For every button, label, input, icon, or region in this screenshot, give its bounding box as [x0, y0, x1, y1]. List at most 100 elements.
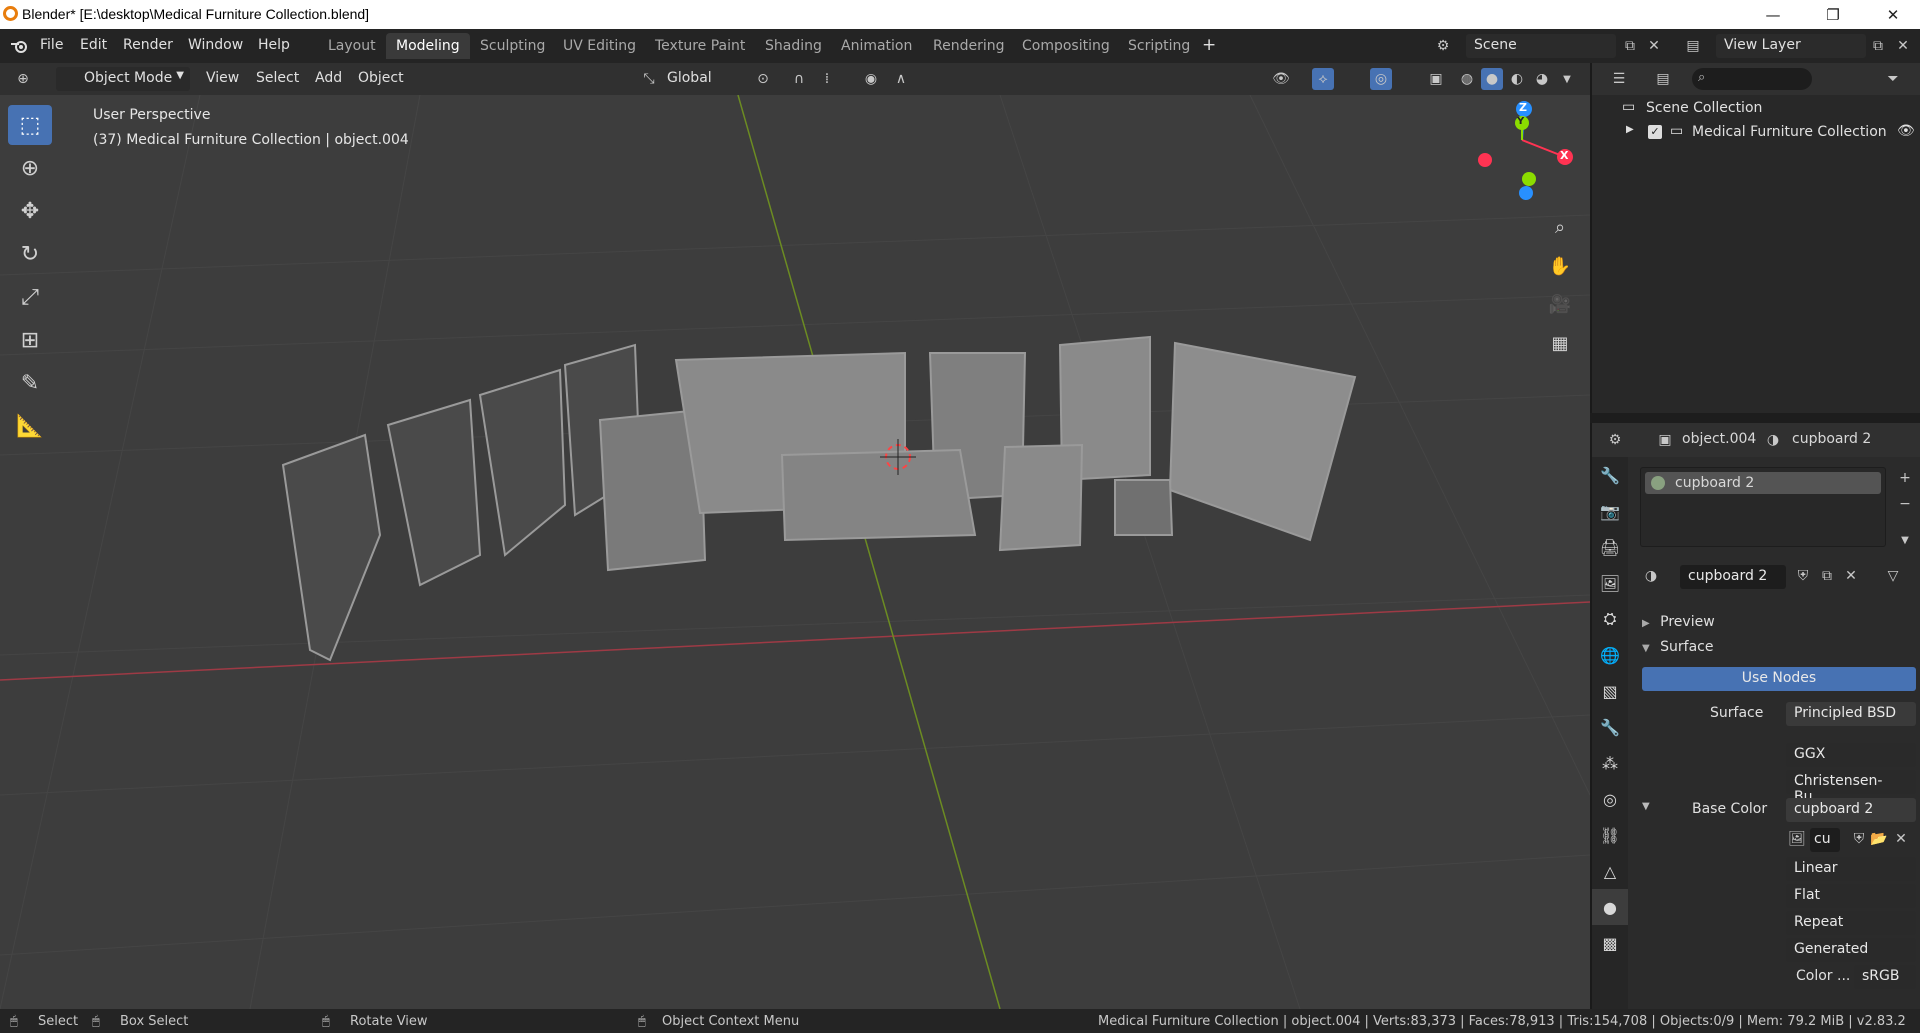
gizmo-toggle-icon[interactable]: ⟡: [1312, 68, 1334, 90]
data-tab-icon[interactable]: △: [1592, 853, 1628, 889]
scale-tool-icon[interactable]: ⤢: [8, 277, 52, 317]
subsurface-method-dropdown[interactable]: Christensen-Bu...: [1786, 770, 1916, 805]
rendered-shading-icon[interactable]: ◕: [1531, 68, 1553, 90]
add-slot-icon[interactable]: +: [1894, 467, 1916, 489]
view-layer-tab-icon[interactable]: 🖼: [1592, 565, 1628, 601]
slot-menu-icon[interactable]: ▼: [1894, 529, 1916, 551]
tab-texture-paint[interactable]: Texture Paint: [645, 33, 755, 59]
delete-view-layer-icon[interactable]: ✕: [1892, 35, 1914, 57]
tab-uv-editing[interactable]: UV Editing: [553, 33, 646, 59]
tab-compositing[interactable]: Compositing: [1012, 33, 1120, 59]
falloff-icon[interactable]: ∧: [890, 68, 912, 90]
snap-target-icon[interactable]: ⁞: [816, 68, 838, 90]
outliner-editor-icon[interactable]: ☰: [1608, 68, 1630, 90]
scene-tab-icon[interactable]: ⛭: [1592, 601, 1628, 637]
minimize-button[interactable]: —: [1750, 0, 1796, 29]
texture-tab-icon[interactable]: ▩: [1592, 925, 1628, 961]
menu-file[interactable]: File: [40, 37, 63, 53]
collection-row[interactable]: ▶ ✓ ▭ Medical Furniture Collection 👁: [1592, 121, 1920, 145]
pan-hand-icon[interactable]: ✋: [1545, 251, 1575, 281]
3d-viewport[interactable]: User Perspective (37) Medical Furniture …: [0, 95, 1590, 1009]
preview-section[interactable]: ▶ Preview: [1642, 614, 1715, 630]
particles-tab-icon[interactable]: ⁂: [1592, 745, 1628, 781]
scene-browse-icon[interactable]: ⚙: [1432, 35, 1454, 57]
menu-object[interactable]: Object: [358, 70, 404, 86]
image-browse-icon[interactable]: 🖼: [1786, 828, 1808, 850]
surface-shader-field[interactable]: Principled BSD: [1786, 702, 1916, 726]
collection-checkbox[interactable]: ✓: [1648, 125, 1662, 139]
object-mode-dropdown[interactable]: Object Mode ▼: [56, 67, 190, 91]
navigation-gizmo[interactable]: [1478, 101, 1573, 200]
duplicate-material-icon[interactable]: ⧉: [1816, 565, 1838, 587]
filter-icon[interactable]: ⏷: [1882, 68, 1904, 90]
restore-button[interactable]: ❐: [1810, 0, 1856, 29]
shading-options-icon[interactable]: ▼: [1556, 68, 1578, 90]
visibility-icon[interactable]: 👁: [1270, 68, 1292, 90]
new-scene-icon[interactable]: ⧉: [1619, 35, 1641, 57]
unlink-material-icon[interactable]: ✕: [1840, 565, 1862, 587]
tab-shading[interactable]: Shading: [755, 33, 832, 59]
menu-help[interactable]: Help: [258, 37, 290, 53]
remove-slot-icon[interactable]: −: [1894, 493, 1916, 515]
tab-animation[interactable]: Animation: [831, 33, 922, 59]
outliner-search-input[interactable]: ⌕: [1692, 68, 1812, 90]
tab-layout[interactable]: Layout: [318, 33, 386, 59]
ortho-toggle-icon[interactable]: ▦: [1545, 328, 1575, 358]
zoom-icon[interactable]: ⌕: [1545, 212, 1575, 242]
wireframe-shading-icon[interactable]: ◍: [1456, 68, 1478, 90]
base-color-field[interactable]: cupboard 2: [1786, 798, 1916, 822]
add-workspace-button[interactable]: +: [1202, 35, 1216, 55]
modifier-tab-icon[interactable]: 🔧: [1592, 709, 1628, 745]
menu-add[interactable]: Add: [315, 70, 342, 86]
image-name-field[interactable]: cu: [1810, 828, 1840, 852]
render-tab-icon[interactable]: 📷: [1592, 493, 1628, 529]
properties-editor-icon[interactable]: ⚙: [1604, 429, 1626, 451]
menu-render[interactable]: Render: [123, 37, 173, 53]
unlink-image-icon[interactable]: ✕: [1890, 828, 1912, 850]
camera-view-icon[interactable]: 🎥: [1545, 289, 1575, 319]
pivot-point-icon[interactable]: ⊙: [752, 68, 774, 90]
interpolation-dropdown[interactable]: Linear: [1786, 857, 1916, 881]
blender-menu-icon[interactable]: [8, 35, 30, 57]
scene-name-field[interactable]: Scene: [1466, 34, 1616, 58]
fake-user-icon[interactable]: ⛨: [1792, 565, 1814, 587]
source-dropdown[interactable]: Generated: [1786, 938, 1916, 962]
editor-type-icon[interactable]: ⊕: [12, 68, 34, 90]
view-layer-field[interactable]: View Layer: [1716, 34, 1866, 58]
object-tab-icon[interactable]: ▧: [1592, 673, 1628, 709]
material-tab-icon[interactable]: ●: [1592, 889, 1628, 925]
expand-arrow-icon[interactable]: ▶: [1626, 124, 1634, 135]
eye-icon[interactable]: 👁: [1897, 123, 1915, 139]
orientation-dropdown[interactable]: Global: [667, 70, 712, 86]
tool-tab-icon[interactable]: 🔧: [1592, 457, 1628, 493]
tab-sculpting[interactable]: Sculpting: [470, 33, 555, 59]
display-mode-icon[interactable]: ▤: [1652, 68, 1674, 90]
select-box-tool-icon[interactable]: ⬚: [8, 105, 52, 145]
menu-edit[interactable]: Edit: [80, 37, 107, 53]
annotate-tool-icon[interactable]: ✎: [8, 363, 52, 403]
base-color-expand-icon[interactable]: ▼: [1642, 801, 1650, 812]
material-slot-item[interactable]: cupboard 2: [1645, 472, 1881, 494]
tab-modeling[interactable]: Modeling: [386, 33, 470, 59]
new-view-layer-icon[interactable]: ⧉: [1867, 35, 1889, 57]
menu-view[interactable]: View: [206, 70, 239, 86]
solid-shading-icon[interactable]: ●: [1481, 68, 1503, 90]
projection-dropdown[interactable]: Flat: [1786, 884, 1916, 908]
image-fake-user-icon[interactable]: ⛨: [1848, 828, 1870, 850]
distribution-dropdown[interactable]: GGX: [1786, 743, 1916, 767]
transform-tool-icon[interactable]: ⊞: [8, 320, 52, 360]
close-window-button[interactable]: ✕: [1870, 0, 1916, 29]
cursor-tool-icon[interactable]: ⊕: [8, 148, 52, 188]
scene-collection-row[interactable]: ▭ Scene Collection: [1592, 97, 1920, 121]
output-tab-icon[interactable]: 🖨: [1592, 529, 1628, 565]
xray-toggle-icon[interactable]: ▣: [1425, 68, 1447, 90]
delete-scene-icon[interactable]: ✕: [1643, 35, 1665, 57]
constraints-tab-icon[interactable]: ⛓: [1592, 817, 1628, 853]
menu-window[interactable]: Window: [188, 37, 243, 53]
proportional-edit-icon[interactable]: ◉: [860, 68, 882, 90]
overlay-toggle-icon[interactable]: ◎: [1370, 68, 1392, 90]
color-space-dropdown[interactable]: sRGB: [1854, 965, 1916, 989]
material-shading-icon[interactable]: ◐: [1506, 68, 1528, 90]
move-tool-icon[interactable]: ✥: [8, 191, 52, 231]
browse-material-icon[interactable]: ◑: [1640, 565, 1662, 587]
